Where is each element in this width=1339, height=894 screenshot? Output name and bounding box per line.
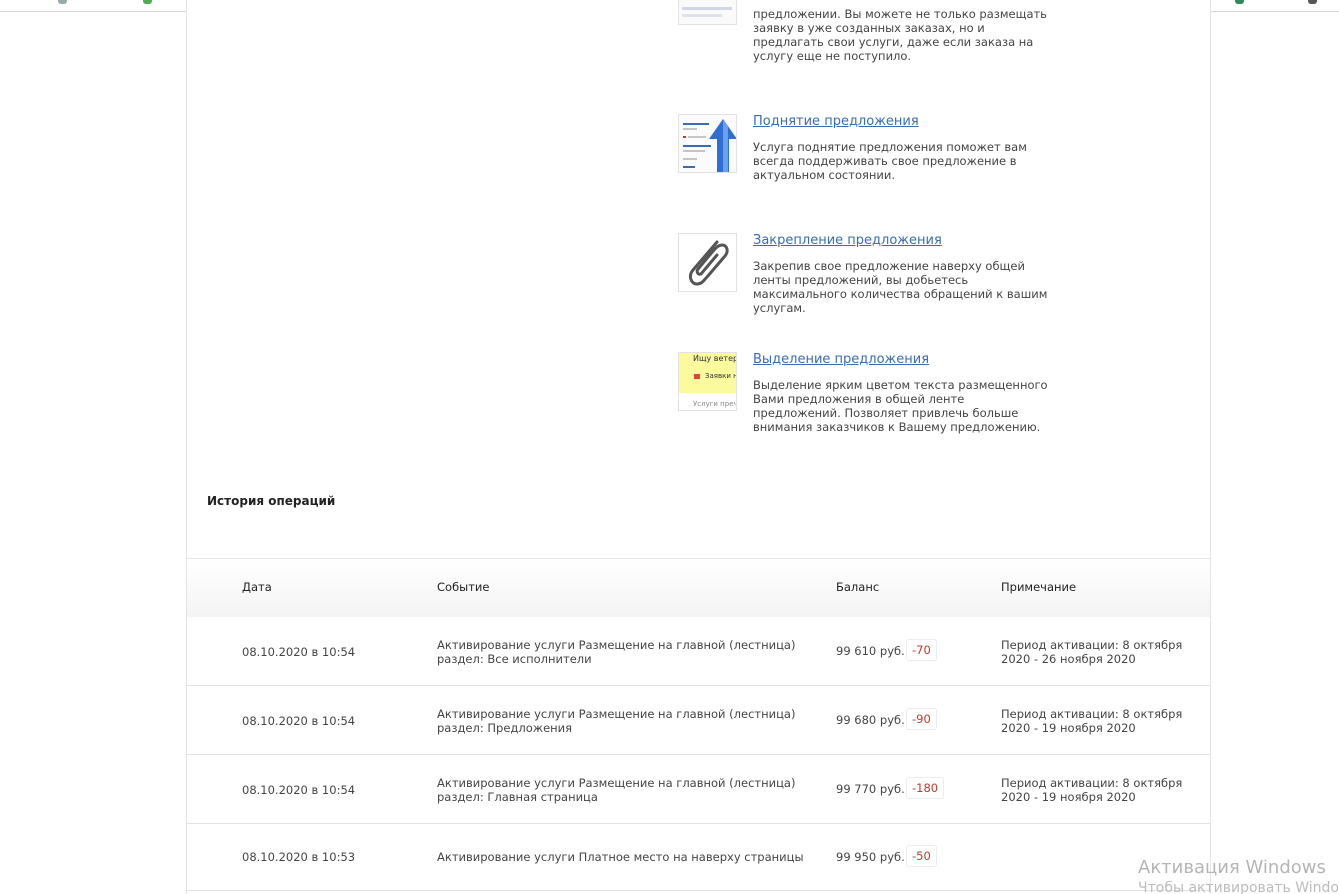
row-date: 08.10.2020 в 10:54 [242, 714, 356, 728]
table-row: 08.10.2020 в 10:54 Активирование услуги … [187, 686, 1210, 755]
page-content: предложении. Вы можете не только размеща… [186, 0, 1211, 894]
row-note: Период активации: 8 октября 2020 - 19 но… [1001, 776, 1183, 804]
row-balance: 99 770 руб. [836, 782, 905, 796]
service-description: Выделение ярким цветом текста размещенно… [753, 378, 1048, 434]
column-header-note: Примечание [1001, 580, 1077, 594]
history-title: История операций [207, 494, 336, 508]
history-table-header: Дата Событие Баланс Примечание [187, 558, 1210, 618]
row-delta-badge: -70 [906, 639, 937, 661]
row-delta-badge: -180 [906, 777, 945, 799]
paperclip-icon [678, 233, 737, 292]
row-event: Активирование услуги Размещение на главн… [437, 707, 796, 735]
row-balance: 99 680 руб. [836, 713, 905, 727]
column-header-balance: Баланс [836, 580, 880, 594]
service-description: Закрепив свое предложение наверху общей … [753, 259, 1048, 315]
table-row: 08.10.2020 в 10:54 Активирование услуги … [187, 617, 1210, 686]
thumb-text: Ищу ветерин [693, 354, 736, 363]
bookmark-icon[interactable] [1308, 0, 1317, 4]
service-description: предложении. Вы можете не только размеща… [753, 7, 1047, 63]
table-row: 08.10.2020 в 10:53 Активирование услуги … [187, 824, 1210, 891]
row-note: Период активации: 8 октября 2020 - 26 но… [1001, 638, 1183, 666]
offer-thumb-icon [678, 0, 737, 25]
highlight-thumb-icon: Ищу ветерин Заявки н Услуги прече [678, 352, 737, 411]
service-raise-link[interactable]: Поднятие предложения [753, 114, 919, 129]
row-delta-badge: -50 [906, 845, 937, 867]
raise-arrow-icon [678, 114, 737, 173]
row-balance: 99 610 руб. [836, 644, 905, 658]
row-date: 08.10.2020 в 10:53 [242, 850, 356, 864]
bookmark-icon[interactable] [1235, 0, 1244, 4]
row-event: Активирование услуги Размещение на главн… [437, 776, 796, 804]
row-delta-badge: -90 [906, 708, 937, 730]
service-description: Услуга поднятие предложения поможет вам … [753, 140, 1027, 182]
table-row: 08.10.2020 в 10:54 Активирование услуги … [187, 755, 1210, 824]
row-date: 08.10.2020 в 10:54 [242, 783, 356, 797]
row-date: 08.10.2020 в 10:54 [242, 645, 356, 659]
column-header-event: Событие [437, 580, 490, 594]
column-header-date: Дата [242, 580, 272, 594]
thumb-text: Заявки н [705, 372, 737, 380]
row-balance: 99 950 руб. [836, 850, 905, 864]
flag-icon [694, 374, 700, 379]
service-pin-link[interactable]: Закрепление предложения [753, 233, 942, 248]
row-event: Активирование услуги Платное место на на… [437, 850, 804, 864]
bookmark-icon[interactable] [58, 0, 67, 4]
thumb-text: Услуги прече [693, 400, 736, 408]
bookmark-icon[interactable] [143, 0, 152, 4]
service-highlight-link[interactable]: Выделение предложения [753, 352, 929, 367]
row-event: Активирование услуги Размещение на главн… [437, 638, 796, 666]
row-note: Период активации: 8 октября 2020 - 19 но… [1001, 707, 1183, 735]
